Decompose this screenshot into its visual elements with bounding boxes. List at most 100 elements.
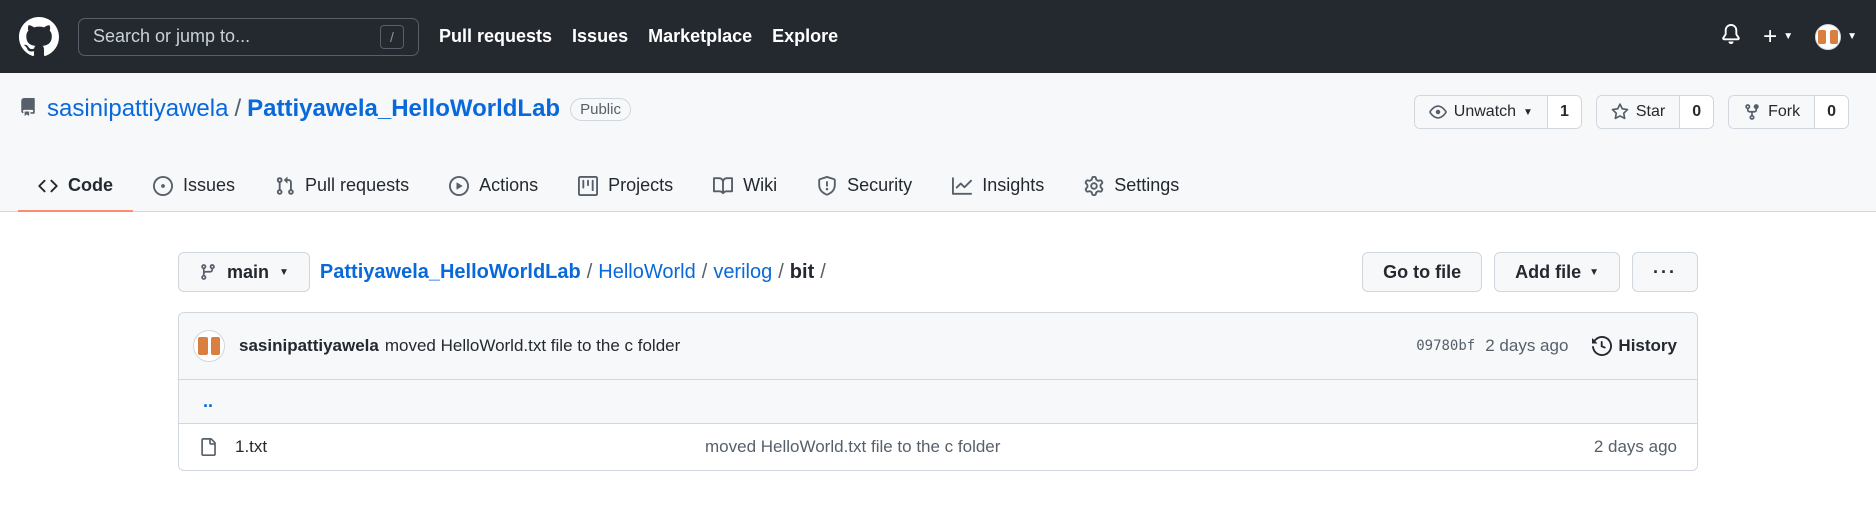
fork-label: Fork <box>1768 103 1801 120</box>
repo-icon <box>19 95 37 123</box>
tab-settings-label: Settings <box>1114 175 1180 195</box>
avatar <box>1815 23 1842 50</box>
header-actions: + ▼ ▼ <box>1721 23 1857 51</box>
branch-select-button[interactable]: main ▼ <box>178 252 310 292</box>
star-count[interactable]: 0 <box>1680 96 1714 128</box>
repo-name-link[interactable]: Pattiyawela_HelloWorldLab <box>247 95 560 123</box>
repo-title: sasinipattiyawela / Pattiyawela_HelloWor… <box>19 95 631 123</box>
user-menu[interactable]: ▼ <box>1815 23 1857 50</box>
file-actions: Go to file Add file ▼ ··· <box>1362 252 1698 292</box>
fork-count[interactable]: 0 <box>1815 96 1848 128</box>
branch-name: main <box>227 261 270 282</box>
repo-actions: Unwatch ▼ 1 Star 0 Fork 0 <box>1413 95 1849 129</box>
nav-marketplace[interactable]: Marketplace <box>648 26 752 47</box>
issue-icon <box>153 175 173 196</box>
create-new-menu[interactable]: + ▼ <box>1763 23 1793 51</box>
tab-projects[interactable]: Projects <box>558 160 693 211</box>
chevron-down-icon: ▼ <box>1847 31 1857 42</box>
tab-wiki[interactable]: Wiki <box>693 160 797 211</box>
tab-pull-requests-label: Pull requests <box>305 175 410 195</box>
chevron-down-icon: ▼ <box>1523 106 1533 118</box>
unwatch-button[interactable]: Unwatch ▼ <box>1414 96 1548 128</box>
pull-request-icon <box>276 176 294 195</box>
tab-actions-label: Actions <box>479 175 539 195</box>
tab-security-label: Security <box>847 175 913 195</box>
project-icon <box>578 175 599 196</box>
latest-commit-row: sasinipattiyawela moved HelloWorld.txt f… <box>179 313 1697 380</box>
file-navigation: main ▼ Pattiyawela_HelloWorldLab / Hello… <box>178 252 1698 292</box>
breadcrumb-separator: / <box>778 260 784 283</box>
watch-count[interactable]: 1 <box>1547 96 1581 128</box>
file-commit-message-link[interactable]: moved HelloWorld.txt file to the c folde… <box>705 437 1000 457</box>
search-shortcut-key: / <box>380 24 404 49</box>
file-age: 2 days ago <box>1593 437 1677 456</box>
nav-issues[interactable]: Issues <box>572 26 628 47</box>
breadcrumb-repo-link[interactable]: Pattiyawela_HelloWorldLab <box>320 261 581 284</box>
chevron-down-icon: ▼ <box>1783 31 1794 42</box>
fork-button-group: Fork 0 <box>1728 95 1849 129</box>
fork-button[interactable]: Fork <box>1729 96 1816 128</box>
fork-icon <box>1745 104 1759 120</box>
file-icon <box>201 438 216 456</box>
search-input[interactable]: Search or jump to... / <box>78 17 419 56</box>
add-file-button[interactable]: Add file ▼ <box>1494 252 1621 292</box>
go-to-file-button[interactable]: Go to file <box>1362 252 1483 292</box>
history-label: History <box>1618 336 1677 355</box>
list-item: 1.txt moved HelloWorld.txt file to the c… <box>179 424 1697 470</box>
global-nav: Pull requests Issues Marketplace Explore <box>439 26 858 47</box>
history-icon <box>1592 336 1613 356</box>
book-icon <box>713 176 734 194</box>
tab-insights[interactable]: Insights <box>932 160 1064 211</box>
play-icon <box>449 175 470 196</box>
tab-actions[interactable]: Actions <box>429 160 558 211</box>
shield-icon <box>818 175 836 196</box>
repo-tabs: Code Issues Pull requests Actions Projec… <box>18 160 1199 212</box>
more-options-button[interactable]: ··· <box>1632 252 1698 292</box>
breadcrumb-trailing-separator: / <box>820 260 826 283</box>
avatar[interactable] <box>193 330 225 362</box>
repo-title-separator: / <box>234 95 242 122</box>
breadcrumb-helloworld-link[interactable]: HelloWorld <box>598 261 695 284</box>
bell-icon[interactable] <box>1721 24 1741 49</box>
repo-header: sasinipattiyawela / Pattiyawela_HelloWor… <box>0 73 1876 212</box>
nav-pull-requests[interactable]: Pull requests <box>439 26 552 47</box>
file-name-link[interactable]: 1.txt <box>235 437 705 457</box>
commit-meta: 09780bf 2 days ago History <box>1416 336 1677 356</box>
tab-settings[interactable]: Settings <box>1064 160 1199 211</box>
chevron-down-icon: ▼ <box>1589 266 1600 278</box>
search-placeholder: Search or jump to... <box>93 26 251 46</box>
parent-directory-link[interactable]: .. <box>203 391 213 412</box>
nav-explore[interactable]: Explore <box>772 26 838 47</box>
tab-code[interactable]: Code <box>18 160 133 212</box>
gear-icon <box>1084 175 1104 196</box>
breadcrumb-separator: / <box>586 260 593 283</box>
eye-icon <box>1428 105 1447 119</box>
visibility-badge: Public <box>570 97 631 121</box>
star-icon <box>1611 103 1629 120</box>
global-header: Search or jump to... / Pull requests Iss… <box>0 0 1876 73</box>
repo-owner-link[interactable]: sasinipattiyawela <box>47 95 228 123</box>
tab-issues-label: Issues <box>183 175 236 195</box>
tab-wiki-label: Wiki <box>743 175 778 195</box>
tab-issues[interactable]: Issues <box>133 160 255 211</box>
commit-sha-link[interactable]: 09780bf <box>1416 338 1475 354</box>
commit-message-link[interactable]: moved HelloWorld.txt file to the c folde… <box>385 336 680 356</box>
parent-directory-row[interactable]: .. <box>179 380 1697 424</box>
star-button-group: Star 0 <box>1595 95 1715 129</box>
history-link[interactable]: History <box>1592 336 1677 356</box>
tab-code-label: Code <box>68 175 113 195</box>
tab-insights-label: Insights <box>982 175 1045 195</box>
tab-security[interactable]: Security <box>797 160 932 211</box>
tab-pull-requests[interactable]: Pull requests <box>255 160 429 211</box>
graph-icon <box>952 176 973 195</box>
github-logo-icon[interactable] <box>19 16 59 57</box>
breadcrumb-verilog-link[interactable]: verilog <box>713 261 772 284</box>
star-label: Star <box>1635 103 1666 120</box>
star-button[interactable]: Star <box>1596 96 1681 128</box>
breadcrumb: Pattiyawela_HelloWorldLab / HelloWorld /… <box>320 261 832 284</box>
code-icon <box>38 179 58 192</box>
commit-age: 2 days ago <box>1485 336 1569 355</box>
breadcrumb-current: bit <box>789 260 815 283</box>
commit-author-link[interactable]: sasinipattiyawela <box>239 336 379 356</box>
file-list-box: sasinipattiyawela moved HelloWorld.txt f… <box>178 312 1698 471</box>
